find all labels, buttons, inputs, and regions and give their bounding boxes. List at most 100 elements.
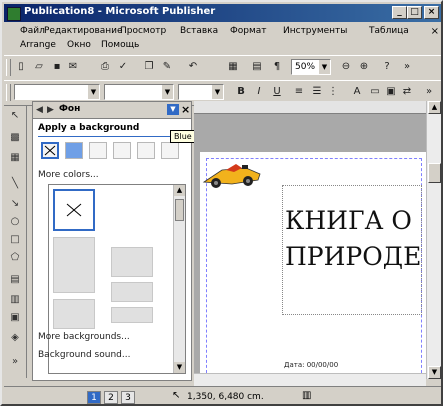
horizontal-ruler[interactable] [194,101,426,114]
chevron-down-icon: ▼ [212,85,223,99]
font-color-icon[interactable]: A [350,85,364,99]
objects-toolbar: ↖ ▩ ▦ ╲ ↘ ○ □ ⬠ ▤ ▥ ▣ ◈ » [4,105,27,378]
font-combo[interactable]: ▼ [104,84,174,100]
page-button-3[interactable]: 3 [121,391,135,404]
menu-file[interactable]: Файл [20,26,45,36]
open-icon[interactable]: ▱ [32,60,46,74]
maximize-button[interactable]: □ [407,6,422,19]
menu-tools[interactable]: Инструменты [283,26,347,36]
insert-table-icon[interactable]: ▦ [226,60,240,74]
date-field[interactable]: Дата: 00/00/00 [284,361,338,369]
menu-format[interactable]: Формат [230,26,267,36]
color-swatch-6[interactable] [161,142,179,159]
zoom-out-icon[interactable]: ⊖ [339,60,353,74]
shadow-icon[interactable]: ▣ [384,85,398,99]
race-car-clipart[interactable] [202,160,262,190]
no-fill-icon [44,145,56,156]
color-swatch-5[interactable] [137,142,155,159]
background-thumb-none[interactable] [53,189,95,231]
arrow-tool-icon[interactable]: ↘ [8,197,22,211]
section-divider [38,136,186,137]
toolbar-options-icon[interactable]: » [422,85,436,99]
background-thumb-6[interactable] [111,307,153,323]
columns-icon[interactable]: ▤ [250,60,264,74]
scroll-thumb[interactable] [175,199,184,221]
background-sound-link[interactable]: Background sound... [38,350,130,360]
menu-table[interactable]: Таблица [369,26,409,36]
scroll-down-icon[interactable]: ▼ [174,362,185,373]
help-icon[interactable]: ? [380,60,394,74]
zoom-combo[interactable]: 50% ▼ [291,59,331,75]
undo-icon[interactable]: ↶ [186,60,200,74]
html-fragment-icon[interactable]: ◈ [8,331,22,345]
save-icon[interactable]: ▪ [50,60,64,74]
menu-window[interactable]: Окно [67,40,91,50]
more-colors-link[interactable]: More colors... [38,170,99,180]
gallery-scrollbar[interactable]: ▲ ▼ [173,185,185,373]
rectangle-tool-icon[interactable]: □ [8,233,22,247]
scroll-down-icon[interactable]: ▼ [428,366,441,379]
toolbar-grip[interactable] [6,59,11,76]
minimize-button[interactable]: _ [392,6,407,19]
page-button-1[interactable]: 1 [87,391,101,404]
bullets-icon[interactable]: ⋮ [326,85,340,99]
hot-spot-icon[interactable]: ▥ [8,293,22,307]
more-backgrounds-link[interactable]: More backgrounds... [38,332,130,342]
table-frame-icon[interactable]: ▦ [8,151,22,165]
select-objects-icon[interactable]: ↖ [8,109,22,123]
scroll-up-icon[interactable]: ▲ [428,101,441,114]
background-thumb-4[interactable] [111,247,153,277]
task-pane-menu-icon[interactable]: ▼ [167,104,179,115]
page-button-2[interactable]: 2 [104,391,118,404]
no-fill-swatch[interactable] [41,142,59,159]
paragraph-icon[interactable]: ¶ [270,60,284,74]
scroll-up-icon[interactable]: ▲ [174,185,185,196]
underline-icon[interactable]: U [270,85,284,99]
align-center-icon[interactable]: ☰ [310,85,324,99]
print-icon[interactable]: ⎙ [98,60,112,74]
format-painter-icon[interactable]: ✎ [160,60,174,74]
more-tools-icon[interactable]: » [8,355,22,369]
bold-icon[interactable]: B [234,85,248,99]
task-pane-close-icon[interactable]: × [181,103,190,116]
background-thumb-5[interactable] [111,282,153,302]
menu-edit[interactable]: Редактирование [44,26,123,36]
zoom-in-icon[interactable]: ⊕ [357,60,371,74]
background-thumb-3[interactable] [53,299,95,329]
menu-insert[interactable]: Вставка [180,26,218,36]
line-tool-icon[interactable]: ╲ [8,177,22,191]
menu-view[interactable]: Просмотр [120,26,166,36]
form-control-icon[interactable]: ▣ [8,311,22,325]
font-size-combo[interactable]: ▼ [178,84,224,100]
line-style-icon[interactable]: ▭ [368,85,382,99]
back-icon[interactable]: ◀ [36,105,43,115]
menubar-close-icon[interactable]: × [431,26,439,37]
arrow-style-icon[interactable]: ⇄ [400,85,414,99]
menu-help[interactable]: Помощь [101,40,139,50]
close-button[interactable]: × [424,6,439,19]
toolbar-grip[interactable] [6,84,11,101]
horizontal-scrollbar[interactable] [194,373,426,386]
publisher-app-icon[interactable] [7,7,21,21]
vertical-scrollbar[interactable]: ▲ ▼ [426,101,441,379]
blue-swatch[interactable] [65,142,83,159]
align-left-icon[interactable]: ≡ [292,85,306,99]
spelling-icon[interactable]: ✓ [116,60,130,74]
scroll-thumb[interactable] [428,163,441,183]
new-icon[interactable]: ▯ [14,60,28,74]
color-swatch-4[interactable] [113,142,131,159]
oval-tool-icon[interactable]: ○ [8,215,22,229]
menu-arrange[interactable]: Arrange [20,40,56,50]
color-swatch-3[interactable] [89,142,107,159]
toolbar-options-icon[interactable]: » [400,60,414,74]
forward-icon[interactable]: ▶ [47,105,54,115]
italic-icon[interactable]: I [252,85,266,99]
background-thumb-2[interactable] [53,237,95,293]
autoshapes-icon[interactable]: ⬠ [8,251,22,265]
email-icon[interactable]: ✉ [66,60,80,74]
copy-icon[interactable]: ❐ [142,60,156,74]
publication-title[interactable]: КНИГА О ПРИРОДЕ [285,203,421,275]
design-gallery-icon[interactable]: ▤ [8,273,22,287]
style-combo[interactable]: ▼ [14,84,100,100]
picture-frame-icon[interactable]: ▩ [8,131,22,145]
